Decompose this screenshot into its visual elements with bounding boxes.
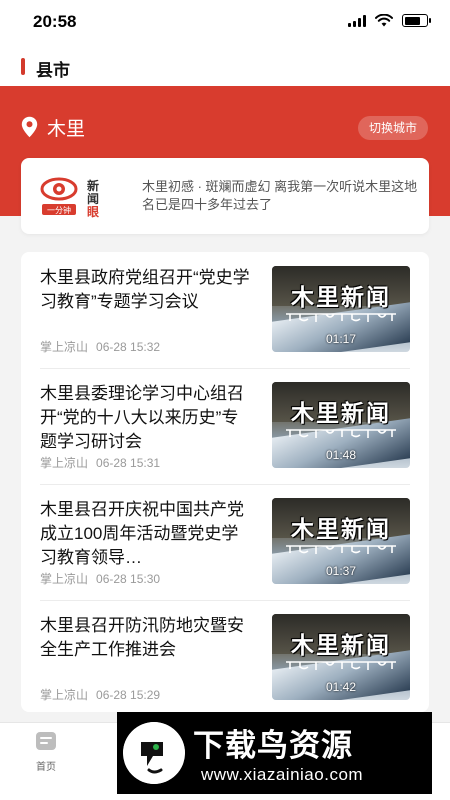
news-source: 掌上凉山 (40, 456, 89, 470)
svg-text:眼: 眼 (87, 205, 99, 218)
location-pin-icon (21, 116, 38, 138)
status-bar: 20:58 (0, 0, 450, 44)
header-accent-bar (21, 58, 25, 75)
video-thumbnail[interactable]: 木里新闻 01:37 (272, 498, 410, 584)
news-source: 掌上凉山 (40, 572, 89, 586)
news-time: 06-28 15:31 (96, 456, 161, 470)
tibetan-script-decoration (286, 429, 396, 438)
video-duration: 01:17 (325, 332, 357, 346)
wifi-icon (375, 14, 393, 27)
news-item[interactable]: 木里县委理论学习中心组召开“党的十八大以来历史”专题学习研讨会 掌上凉山 06-2… (21, 368, 429, 484)
home-icon (36, 732, 56, 750)
video-thumbnail[interactable]: 木里新闻 01:17 (272, 266, 410, 352)
switch-city-button[interactable]: 切换城市 (357, 116, 428, 140)
svg-text:新: 新 (87, 178, 99, 193)
tibetan-script-decoration (286, 545, 396, 554)
battery-icon (402, 14, 431, 27)
signal-icon (348, 14, 366, 27)
page-header: 县市 (0, 44, 450, 88)
thumbnail-title: 木里新闻 (291, 632, 391, 658)
news-eye-logo: 一分钟 新 闻 眼 (40, 177, 99, 218)
news-time: 06-28 15:30 (96, 572, 161, 586)
promo-card[interactable]: 一分钟 新 闻 眼 木里初感 · 斑斓而虚幻 离我第一次听说木里这地名已是四十多… (21, 158, 429, 234)
news-source: 掌上凉山 (40, 688, 89, 702)
video-thumbnail[interactable]: 木里新闻 01:42 (272, 614, 410, 700)
news-meta: 掌上凉山 06-28 15:32 (40, 338, 160, 355)
promo-text: 木里初感 · 斑斓而虚幻 离我第一次听说木里这地名已是四十多年过去了 (142, 179, 418, 212)
news-time: 06-28 15:32 (96, 340, 161, 354)
video-duration: 01:48 (325, 448, 357, 462)
svg-text:一分钟: 一分钟 (47, 205, 71, 215)
news-title: 木里县召开庆祝中国共产党成立100周年活动暨党史学习教育领导… (40, 500, 244, 567)
news-title: 木里县政府党组召开“党史学习教育”专题学习会议 (40, 268, 250, 311)
status-time: 20:58 (33, 12, 77, 31)
video-thumbnail[interactable]: 木里新闻 01:48 (272, 382, 410, 468)
tab-home[interactable]: 首页 (24, 731, 68, 775)
tibetan-script-decoration (286, 661, 396, 670)
news-item[interactable]: 木里县召开防汛防地灾暨安全生产工作推进会 掌上凉山 06-28 15:29 木里新… (21, 600, 429, 716)
tab-home-label: 首页 (36, 762, 56, 773)
news-title: 木里县召开防汛防地灾暨安全生产工作推进会 (40, 616, 244, 659)
thumbnail-title: 木里新闻 (291, 400, 391, 426)
status-icons (348, 14, 431, 27)
tibetan-script-decoration (286, 313, 396, 322)
news-meta: 掌上凉山 06-28 15:31 (40, 454, 160, 471)
watermark-banner: 下载鸟资源 www.xiazainiao.com (117, 712, 432, 794)
thumbnail-title: 木里新闻 (291, 284, 391, 310)
news-item[interactable]: 木里县政府党组召开“党史学习教育”专题学习会议 掌上凉山 06-28 15:32 … (21, 252, 429, 368)
video-duration: 01:42 (325, 680, 357, 694)
watermark-text: 下载鸟资源 (193, 728, 353, 763)
video-duration: 01:37 (325, 564, 357, 578)
news-time: 06-28 15:29 (96, 688, 161, 702)
news-item[interactable]: 木里县召开庆祝中国共产党成立100周年活动暨党史学习教育领导… 掌上凉山 06-2… (21, 484, 429, 600)
page-title: 县市 (36, 61, 70, 80)
current-city: 木里 (47, 119, 86, 140)
news-list: 木里县政府党组召开“党史学习教育”专题学习会议 掌上凉山 06-28 15:32 … (21, 252, 429, 712)
bird-logo-icon (123, 722, 185, 784)
thumbnail-title: 木里新闻 (291, 516, 391, 542)
news-source: 掌上凉山 (40, 340, 89, 354)
news-meta: 掌上凉山 06-28 15:29 (40, 686, 160, 703)
news-title: 木里县委理论学习中心组召开“党的十八大以来历史”专题学习研讨会 (40, 384, 244, 451)
news-meta: 掌上凉山 06-28 15:30 (40, 570, 160, 587)
svg-text:闻: 闻 (87, 192, 99, 206)
watermark-url: www.xiazainiao.com (201, 765, 364, 784)
